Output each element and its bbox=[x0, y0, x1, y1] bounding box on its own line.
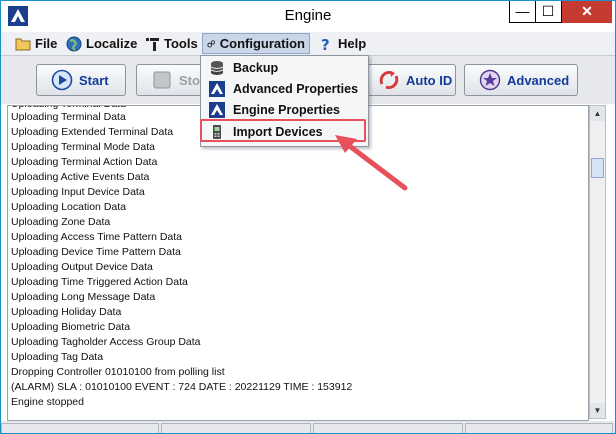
menu-bar: File Localize Tools Configuration ? Help bbox=[1, 32, 615, 56]
menu-tools[interactable]: Tools bbox=[140, 33, 202, 54]
log-line: Uploading Access Time Pattern Data bbox=[11, 231, 183, 243]
play-icon bbox=[51, 69, 73, 91]
help-icon: ? bbox=[321, 36, 330, 52]
tools-icon bbox=[146, 37, 159, 51]
status-bar bbox=[1, 421, 615, 433]
log-output[interactable]: Uploading Terminal Data Uploading Termin… bbox=[7, 105, 589, 421]
close-button[interactable]: ✕ bbox=[562, 1, 612, 23]
menu-tools-label: Tools bbox=[164, 36, 198, 51]
log-line: Uploading Holiday Data bbox=[11, 306, 122, 318]
star-icon bbox=[479, 69, 501, 91]
menu-file-label: File bbox=[35, 36, 58, 51]
globe-icon bbox=[66, 36, 82, 51]
log-line: Engine stopped bbox=[11, 396, 84, 408]
log-line: Uploading Terminal Data bbox=[11, 106, 126, 110]
auto-id-button[interactable]: Auto ID bbox=[363, 64, 456, 96]
menu-help[interactable]: ? Help bbox=[314, 33, 370, 54]
log-line: (ALARM) SLA : 01010100 EVENT : 724 DATE … bbox=[11, 381, 353, 393]
menu-localize[interactable]: Localize bbox=[62, 33, 141, 54]
start-button[interactable]: Start bbox=[36, 64, 126, 96]
menu-item-advanced-properties[interactable]: Advanced Properties bbox=[202, 79, 365, 99]
log-line: Uploading Time Triggered Action Data bbox=[11, 276, 188, 288]
engine-window: Engine — ☐ ✕ File Localize Tools Configu… bbox=[0, 0, 616, 434]
log-line: Uploading Zone Data bbox=[11, 216, 111, 228]
menu-file[interactable]: File bbox=[11, 33, 61, 54]
log-scrollbar[interactable]: ▲ ▼ bbox=[589, 105, 606, 419]
log-line: Uploading Biometric Data bbox=[11, 321, 131, 333]
scroll-down-icon[interactable]: ▼ bbox=[590, 403, 605, 418]
status-cell bbox=[161, 423, 311, 433]
status-cell bbox=[313, 423, 463, 433]
app-logo-icon bbox=[209, 81, 225, 97]
log-line: Uploading Terminal Action Data bbox=[11, 156, 158, 168]
annotation-arrow-icon bbox=[335, 135, 408, 191]
folder-icon bbox=[15, 38, 31, 50]
menu-item-backup[interactable]: Backup bbox=[202, 58, 365, 78]
log-line: Uploading Input Device Data bbox=[11, 186, 145, 198]
log-line: Uploading Tagholder Access Group Data bbox=[11, 336, 201, 348]
status-cell bbox=[1, 423, 159, 433]
menu-item-label: Engine Properties bbox=[233, 103, 340, 117]
menu-item-label: Advanced Properties bbox=[233, 82, 359, 96]
title-bar: Engine — ☐ ✕ bbox=[1, 1, 615, 31]
scroll-thumb[interactable] bbox=[591, 158, 604, 178]
log-line: Uploading Terminal Data bbox=[11, 111, 126, 123]
log-line: Uploading Tag Data bbox=[11, 351, 104, 363]
menu-item-engine-properties[interactable]: Engine Properties bbox=[202, 100, 365, 120]
log-line: Uploading Output Device Data bbox=[11, 261, 153, 273]
log-line: Uploading Device Time Pattern Data bbox=[11, 246, 181, 258]
log-line: Uploading Extended Terminal Data bbox=[11, 126, 174, 138]
menu-localize-label: Localize bbox=[86, 36, 138, 51]
log-line: Uploading Active Events Data bbox=[11, 171, 150, 183]
advanced-label: Advanced bbox=[507, 72, 570, 88]
menu-help-label: Help bbox=[338, 36, 367, 51]
log-line: Uploading Location Data bbox=[11, 201, 126, 213]
log-line: Dropping Controller 01010100 from pollin… bbox=[11, 366, 225, 378]
scroll-up-icon[interactable]: ▲ bbox=[590, 106, 605, 121]
menu-configuration[interactable]: Configuration bbox=[202, 33, 310, 54]
status-cell bbox=[465, 423, 613, 433]
database-icon bbox=[210, 61, 224, 75]
auto-id-label: Auto ID bbox=[406, 72, 453, 88]
maximize-button[interactable]: ☐ bbox=[535, 1, 562, 23]
stop-icon bbox=[153, 71, 171, 89]
log-line: Uploading Long Message Data bbox=[11, 291, 156, 303]
minimize-button[interactable]: — bbox=[509, 1, 536, 23]
start-label: Start bbox=[79, 72, 109, 88]
app-logo-icon bbox=[209, 102, 225, 118]
svg-text:?: ? bbox=[321, 36, 330, 52]
auto-id-icon bbox=[379, 71, 399, 89]
log-line: Uploading Terminal Mode Data bbox=[11, 141, 155, 153]
advanced-button[interactable]: Advanced bbox=[464, 64, 578, 96]
menu-configuration-label: Configuration bbox=[219, 36, 305, 51]
gears-icon bbox=[207, 39, 216, 48]
menu-item-label: Backup bbox=[233, 61, 279, 75]
